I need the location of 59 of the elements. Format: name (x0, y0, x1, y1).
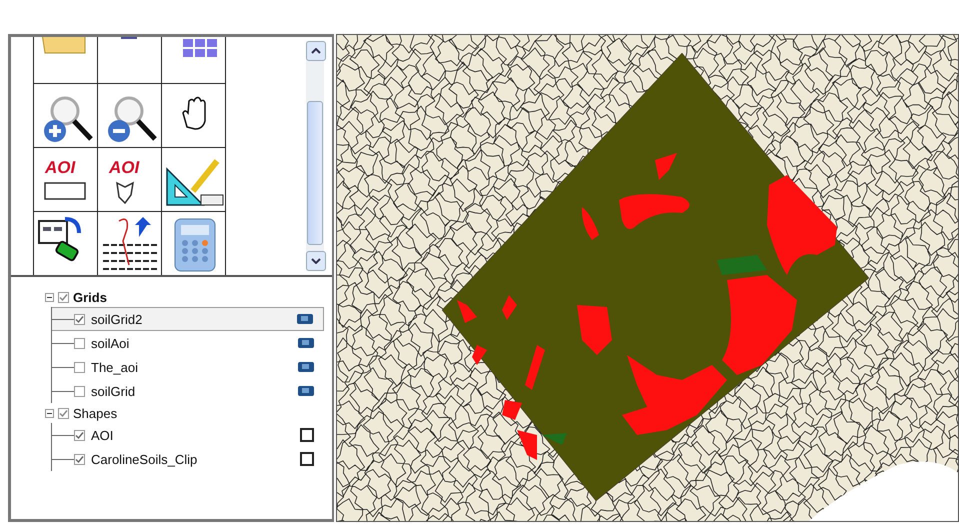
zoom-out-icon (108, 96, 156, 142)
shape-layer-icon[interactable] (300, 428, 314, 442)
aoi-label: AOI (44, 158, 75, 176)
scroll-down-button[interactable] (306, 251, 326, 271)
checkbox[interactable] (74, 430, 85, 440)
scrollbar[interactable] (306, 41, 324, 271)
checkbox[interactable] (58, 408, 69, 418)
raster-layer-icon[interactable] (298, 385, 314, 397)
aoi-label: AOI (108, 158, 139, 176)
checkbox[interactable] (74, 338, 85, 348)
tool-button[interactable] (162, 147, 226, 211)
ruler-pencil-icon (166, 158, 223, 206)
polygon-icon (116, 181, 134, 204)
tool-button[interactable] (98, 83, 162, 147)
checkbox[interactable] (74, 454, 85, 464)
layer-group-name[interactable]: Grids (73, 290, 107, 304)
tool-button[interactable] (34, 83, 98, 147)
folder-icon (40, 37, 85, 53)
tool-button[interactable] (34, 211, 98, 275)
zoom-in-icon (44, 96, 92, 142)
tool-button[interactable] (98, 211, 162, 275)
checkbox[interactable] (74, 362, 85, 372)
grid-icon (182, 38, 216, 56)
export-icon (38, 216, 80, 262)
expand-toggle[interactable] (45, 292, 54, 302)
raster-layer-icon[interactable] (298, 361, 314, 373)
layer-row[interactable]: AOI (52, 423, 324, 447)
checkbox[interactable] (58, 292, 69, 302)
checkbox[interactable] (74, 314, 85, 324)
layer-row[interactable]: soilGrid2 (52, 307, 324, 331)
checkbox[interactable] (74, 386, 85, 396)
caret-up-icon (311, 48, 321, 54)
layer-row[interactable]: The_aoi (52, 355, 324, 379)
scroll-up-button[interactable] (306, 41, 326, 61)
layer-name: soilAoi (91, 336, 130, 350)
expand-toggle[interactable] (45, 408, 54, 418)
layer-name: AOI (91, 428, 114, 442)
tool-button[interactable] (162, 211, 226, 275)
layer-name: CarolineSoils_Clip (91, 452, 198, 466)
layer-row[interactable]: soilAoi (52, 331, 324, 355)
grid-chart-icon (102, 216, 158, 270)
calculator-icon (174, 218, 215, 271)
shape-layer-icon[interactable] (300, 452, 314, 466)
raster-layer-icon[interactable] (297, 313, 313, 325)
tool-button[interactable] (162, 83, 226, 147)
layer-name: soilGrid2 (91, 312, 142, 326)
raster-layer-icon[interactable] (298, 337, 314, 349)
tool-button[interactable]: AOI (34, 147, 98, 211)
layer-group-name[interactable]: Shapes (73, 406, 118, 420)
soil-map-drawing[interactable] (337, 35, 958, 521)
layer-row[interactable]: CarolineSoils_Clip (52, 447, 324, 471)
hand-icon (182, 96, 206, 130)
scroll-thumb[interactable] (307, 101, 323, 245)
tool-button[interactable]: AOI (98, 147, 162, 211)
layer-name: The_aoi (91, 360, 138, 374)
layer-name: soilGrid (91, 384, 136, 398)
layer-row[interactable]: soilGrid (52, 379, 324, 403)
rectangle-icon (44, 182, 86, 200)
caret-down-icon (311, 258, 321, 264)
